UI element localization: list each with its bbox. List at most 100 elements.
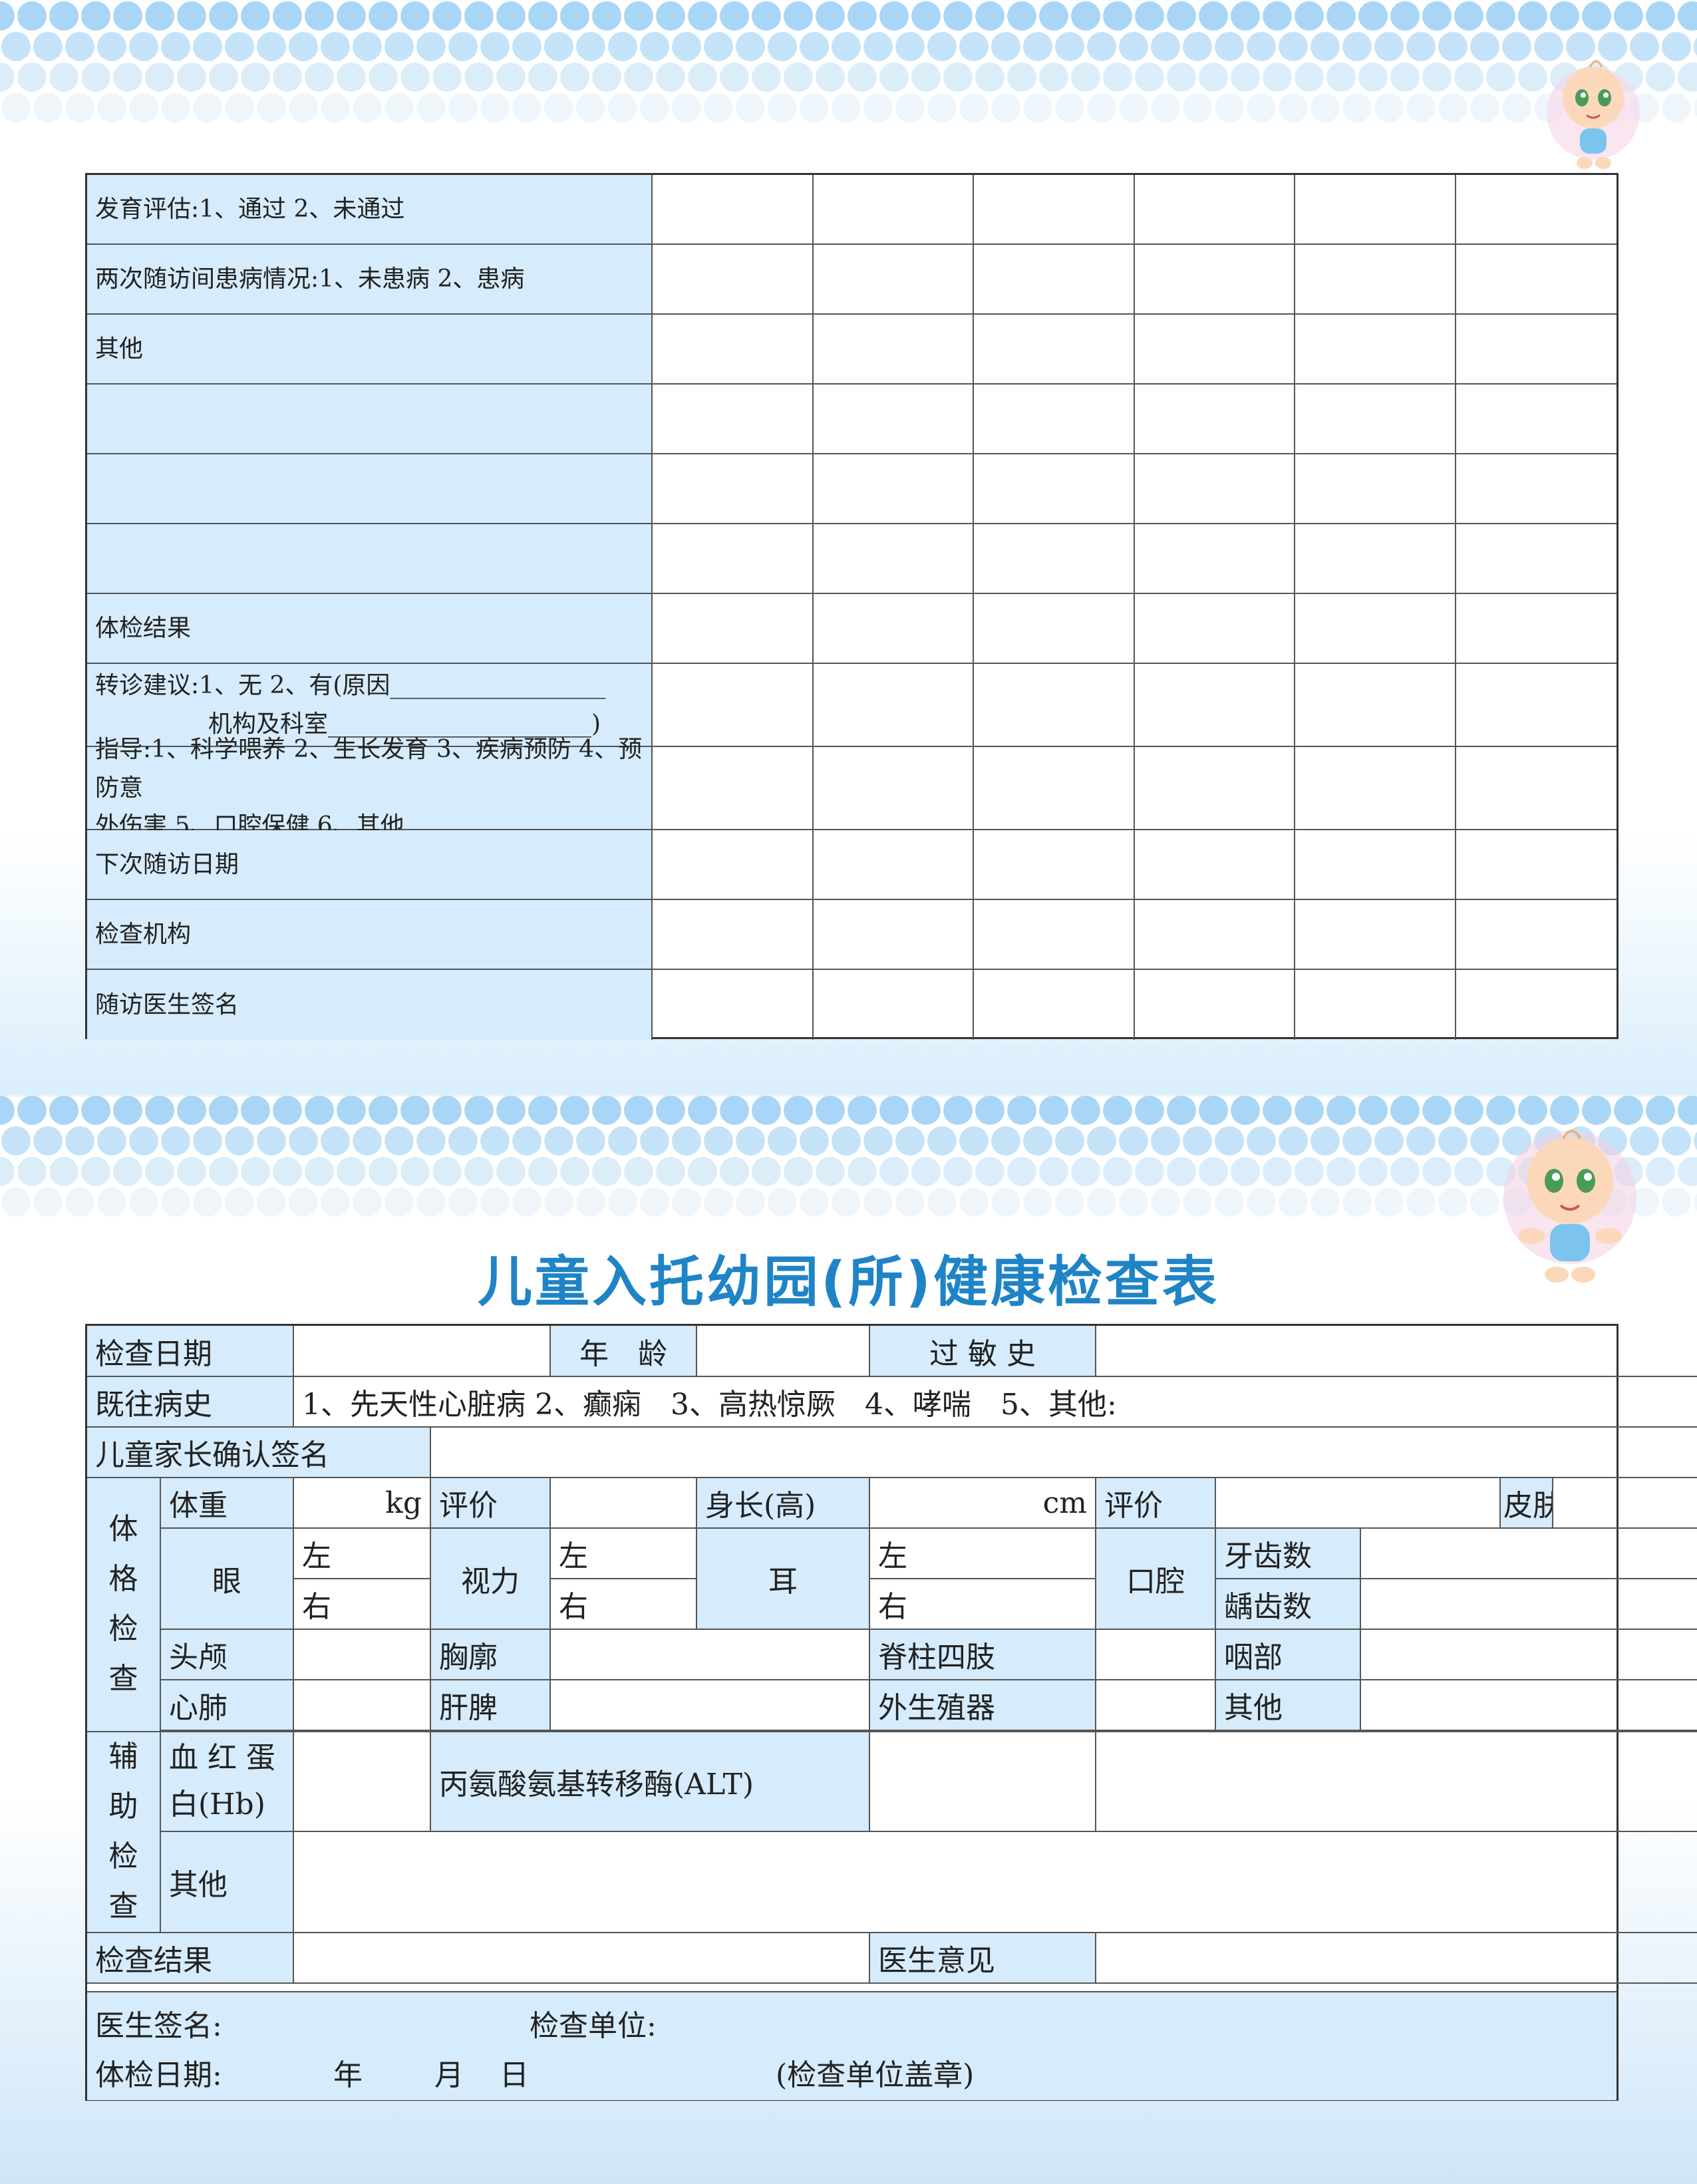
followup-cell[interactable] <box>1295 385 1456 454</box>
followup-cell[interactable] <box>1134 900 1295 970</box>
hemoglobin-value[interactable] <box>293 1731 431 1832</box>
followup-cell[interactable] <box>653 175 814 245</box>
followup-cell[interactable] <box>1295 245 1456 315</box>
caries-count-value[interactable] <box>1360 1578 1697 1630</box>
followup-cell[interactable] <box>1456 454 1617 524</box>
age-value[interactable] <box>696 1326 870 1377</box>
followup-cell[interactable] <box>1456 830 1617 900</box>
middle-dot-banner <box>0 1094 1697 1261</box>
exam-result-value[interactable] <box>293 1932 870 1984</box>
followup-cell[interactable] <box>813 900 974 970</box>
genital-value[interactable] <box>1095 1679 1216 1731</box>
height-eval-value[interactable] <box>1215 1477 1501 1529</box>
followup-cell[interactable] <box>813 454 974 524</box>
followup-cell[interactable] <box>1134 315 1295 385</box>
followup-cell[interactable] <box>974 830 1135 900</box>
followup-cell[interactable] <box>653 315 814 385</box>
followup-cell[interactable] <box>653 747 814 830</box>
liver-spleen-value[interactable] <box>549 1679 870 1731</box>
other-physical-value[interactable] <box>1360 1679 1697 1731</box>
followup-cell[interactable] <box>974 175 1135 245</box>
followup-cell[interactable] <box>974 664 1135 747</box>
throat-value[interactable] <box>1360 1629 1697 1680</box>
followup-cell[interactable] <box>653 385 814 454</box>
followup-cell[interactable] <box>1295 594 1456 664</box>
caries-count-label: 龋齿数 <box>1215 1578 1361 1630</box>
followup-cell[interactable] <box>1134 594 1295 664</box>
followup-cell[interactable] <box>1456 315 1617 385</box>
followup-cell[interactable] <box>813 524 974 594</box>
followup-cell[interactable] <box>1295 315 1456 385</box>
followup-cell[interactable] <box>974 454 1135 524</box>
weight-eval-value[interactable] <box>549 1477 697 1529</box>
followup-cell[interactable] <box>974 245 1135 315</box>
followup-cell[interactable] <box>1295 970 1456 1040</box>
followup-cell[interactable] <box>653 245 814 315</box>
followup-cell[interactable] <box>1456 970 1617 1040</box>
followup-cell[interactable] <box>1295 664 1456 747</box>
followup-cell[interactable] <box>813 830 974 900</box>
followup-cell[interactable] <box>1456 900 1617 970</box>
followup-cell[interactable] <box>1295 900 1456 970</box>
followup-cell[interactable] <box>974 594 1135 664</box>
followup-cell[interactable] <box>974 970 1135 1040</box>
followup-cell[interactable] <box>1295 524 1456 594</box>
followup-cell[interactable] <box>1295 175 1456 245</box>
aux-blank[interactable] <box>1095 1731 1697 1832</box>
followup-cell[interactable] <box>813 315 974 385</box>
exam-date-label: 检查日期 <box>87 1326 294 1377</box>
doctor-opinion-value[interactable] <box>1095 1932 1697 1984</box>
followup-cell[interactable] <box>813 664 974 747</box>
followup-cell[interactable] <box>813 385 974 454</box>
spine-value[interactable] <box>1095 1629 1216 1680</box>
skin-value[interactable] <box>1552 1477 1697 1529</box>
followup-cell[interactable] <box>1134 830 1295 900</box>
parent-signature-value[interactable] <box>430 1426 1697 1478</box>
followup-cell[interactable] <box>974 385 1135 454</box>
followup-cell[interactable] <box>813 747 974 830</box>
followup-cell[interactable] <box>653 524 814 594</box>
heart-lung-value[interactable] <box>293 1679 431 1731</box>
followup-cell[interactable] <box>974 747 1135 830</box>
followup-cell[interactable] <box>653 830 814 900</box>
followup-cell[interactable] <box>813 594 974 664</box>
followup-cell[interactable] <box>1134 664 1295 747</box>
other-aux-value[interactable] <box>293 1831 1697 1933</box>
followup-cell[interactable] <box>1456 594 1617 664</box>
followup-cell[interactable] <box>974 900 1135 970</box>
followup-cell[interactable] <box>653 664 814 747</box>
hemoglobin-label: 血 红 蛋白(Hb) <box>160 1731 294 1832</box>
followup-cell[interactable] <box>1456 524 1617 594</box>
followup-cell[interactable] <box>1134 245 1295 315</box>
followup-cell[interactable] <box>653 900 814 970</box>
followup-cell[interactable] <box>813 175 974 245</box>
vision-left-label: 左 <box>549 1527 697 1579</box>
teeth-count-value[interactable] <box>1360 1527 1697 1579</box>
followup-cell[interactable] <box>653 454 814 524</box>
followup-cell[interactable] <box>1135 970 1295 1040</box>
head-value[interactable] <box>293 1629 431 1680</box>
followup-cell[interactable] <box>653 594 814 664</box>
followup-cell[interactable] <box>974 315 1135 385</box>
followup-cell[interactable] <box>1456 385 1617 454</box>
followup-cell[interactable] <box>653 970 814 1040</box>
followup-cell[interactable] <box>1134 385 1295 454</box>
exam-date-value[interactable] <box>293 1326 551 1377</box>
followup-cell[interactable] <box>1295 747 1456 830</box>
followup-cell[interactable] <box>974 524 1135 594</box>
followup-cell[interactable] <box>1456 175 1617 245</box>
followup-cell[interactable] <box>1134 524 1295 594</box>
followup-cell[interactable] <box>1456 245 1617 315</box>
followup-cell[interactable] <box>813 245 974 315</box>
followup-cell[interactable] <box>1456 664 1617 747</box>
followup-cell[interactable] <box>1295 454 1456 524</box>
followup-cell[interactable] <box>1456 747 1617 830</box>
followup-cell[interactable] <box>1134 747 1295 830</box>
followup-cell[interactable] <box>1134 175 1295 245</box>
alt-value[interactable] <box>869 1731 1096 1832</box>
followup-cell[interactable] <box>814 970 974 1040</box>
followup-cell[interactable] <box>1134 454 1295 524</box>
allergy-value[interactable] <box>1095 1326 1697 1377</box>
followup-cell[interactable] <box>1295 830 1456 900</box>
chest-value[interactable] <box>549 1629 870 1680</box>
